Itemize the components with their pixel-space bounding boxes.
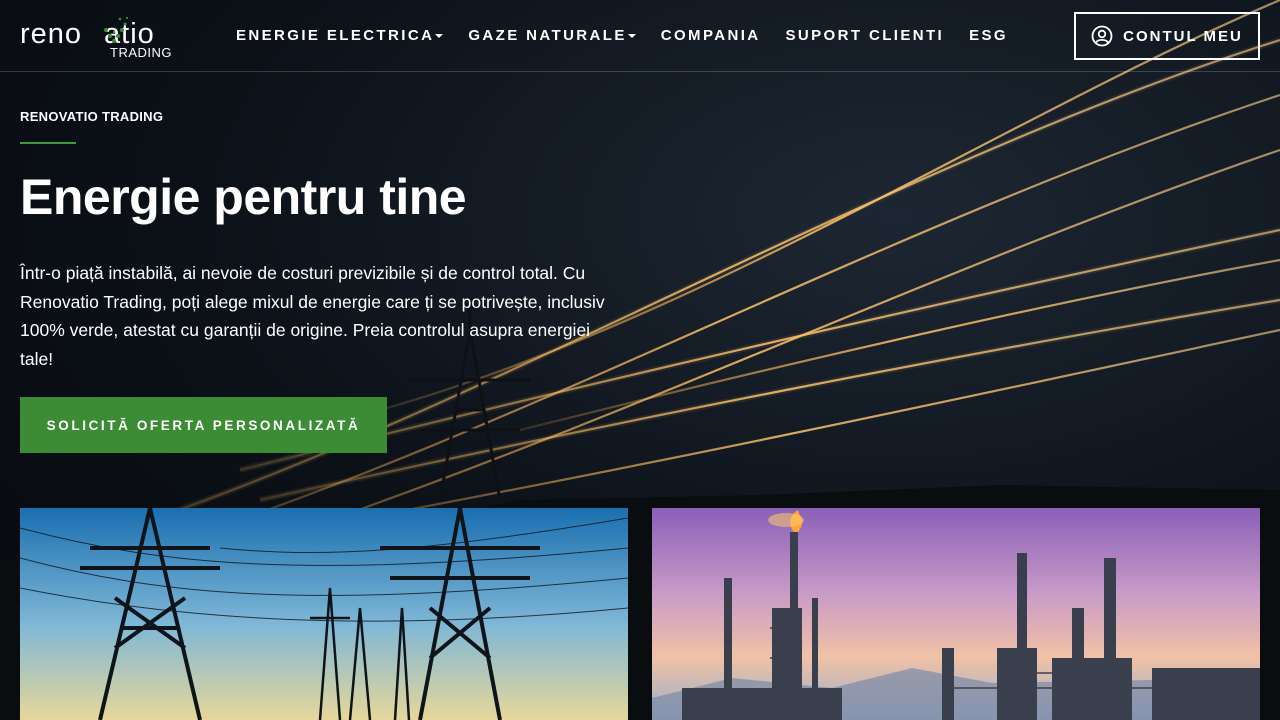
card-electricity[interactable] — [20, 508, 628, 720]
nav-label: ENERGIE ELECTRICA — [236, 27, 435, 44]
nav-item-esg[interactable]: ESG — [969, 27, 1008, 44]
nav-item-suport-clienti[interactable]: SUPORT CLIENTI — [786, 27, 945, 44]
nav-item-compania[interactable]: COMPANIA — [661, 27, 761, 44]
request-offer-button[interactable]: SOLICITĂ OFERTA PERSONALIZATĂ — [20, 397, 387, 453]
logo-dots-icon — [104, 16, 129, 43]
nav-label: ESG — [969, 27, 1009, 44]
page-title: Energie pentru tine — [20, 169, 467, 225]
nav-label: SUPORT CLIENTI — [785, 27, 945, 44]
account-label: CONTUL MEU — [1123, 27, 1243, 45]
nav-label: GAZE NATURALE — [468, 27, 627, 44]
card-natural-gas[interactable] — [652, 508, 1260, 720]
power-lines-photo — [20, 508, 628, 720]
eyebrow-divider — [20, 142, 76, 144]
account-button[interactable]: CONTUL MEU — [1074, 12, 1260, 60]
top-navigation: reno atio TRADING ENERGIE ELECTRICA GAZE … — [0, 0, 1280, 72]
logo-subtitle: TRADING — [110, 45, 172, 60]
main-menu: ENERGIE ELECTRICA GAZE NATURALE COMPANIA… — [236, 27, 1033, 44]
nav-label: COMPANIA — [660, 27, 761, 44]
nav-item-gaze-naturale[interactable]: GAZE NATURALE — [468, 27, 636, 44]
caret-down-icon — [435, 33, 444, 38]
hero-description: Într-o piață instabilă, ai nevoie de cos… — [20, 263, 605, 369]
refinery-photo — [652, 508, 1260, 720]
caret-down-icon — [627, 33, 636, 38]
eyebrow-label: RENOVATIO TRADING — [20, 109, 164, 124]
nav-item-energie-electrica[interactable]: ENERGIE ELECTRICA — [236, 27, 444, 44]
brand-logo[interactable]: reno atio TRADING — [20, 14, 180, 60]
user-circle-icon — [1091, 25, 1113, 47]
